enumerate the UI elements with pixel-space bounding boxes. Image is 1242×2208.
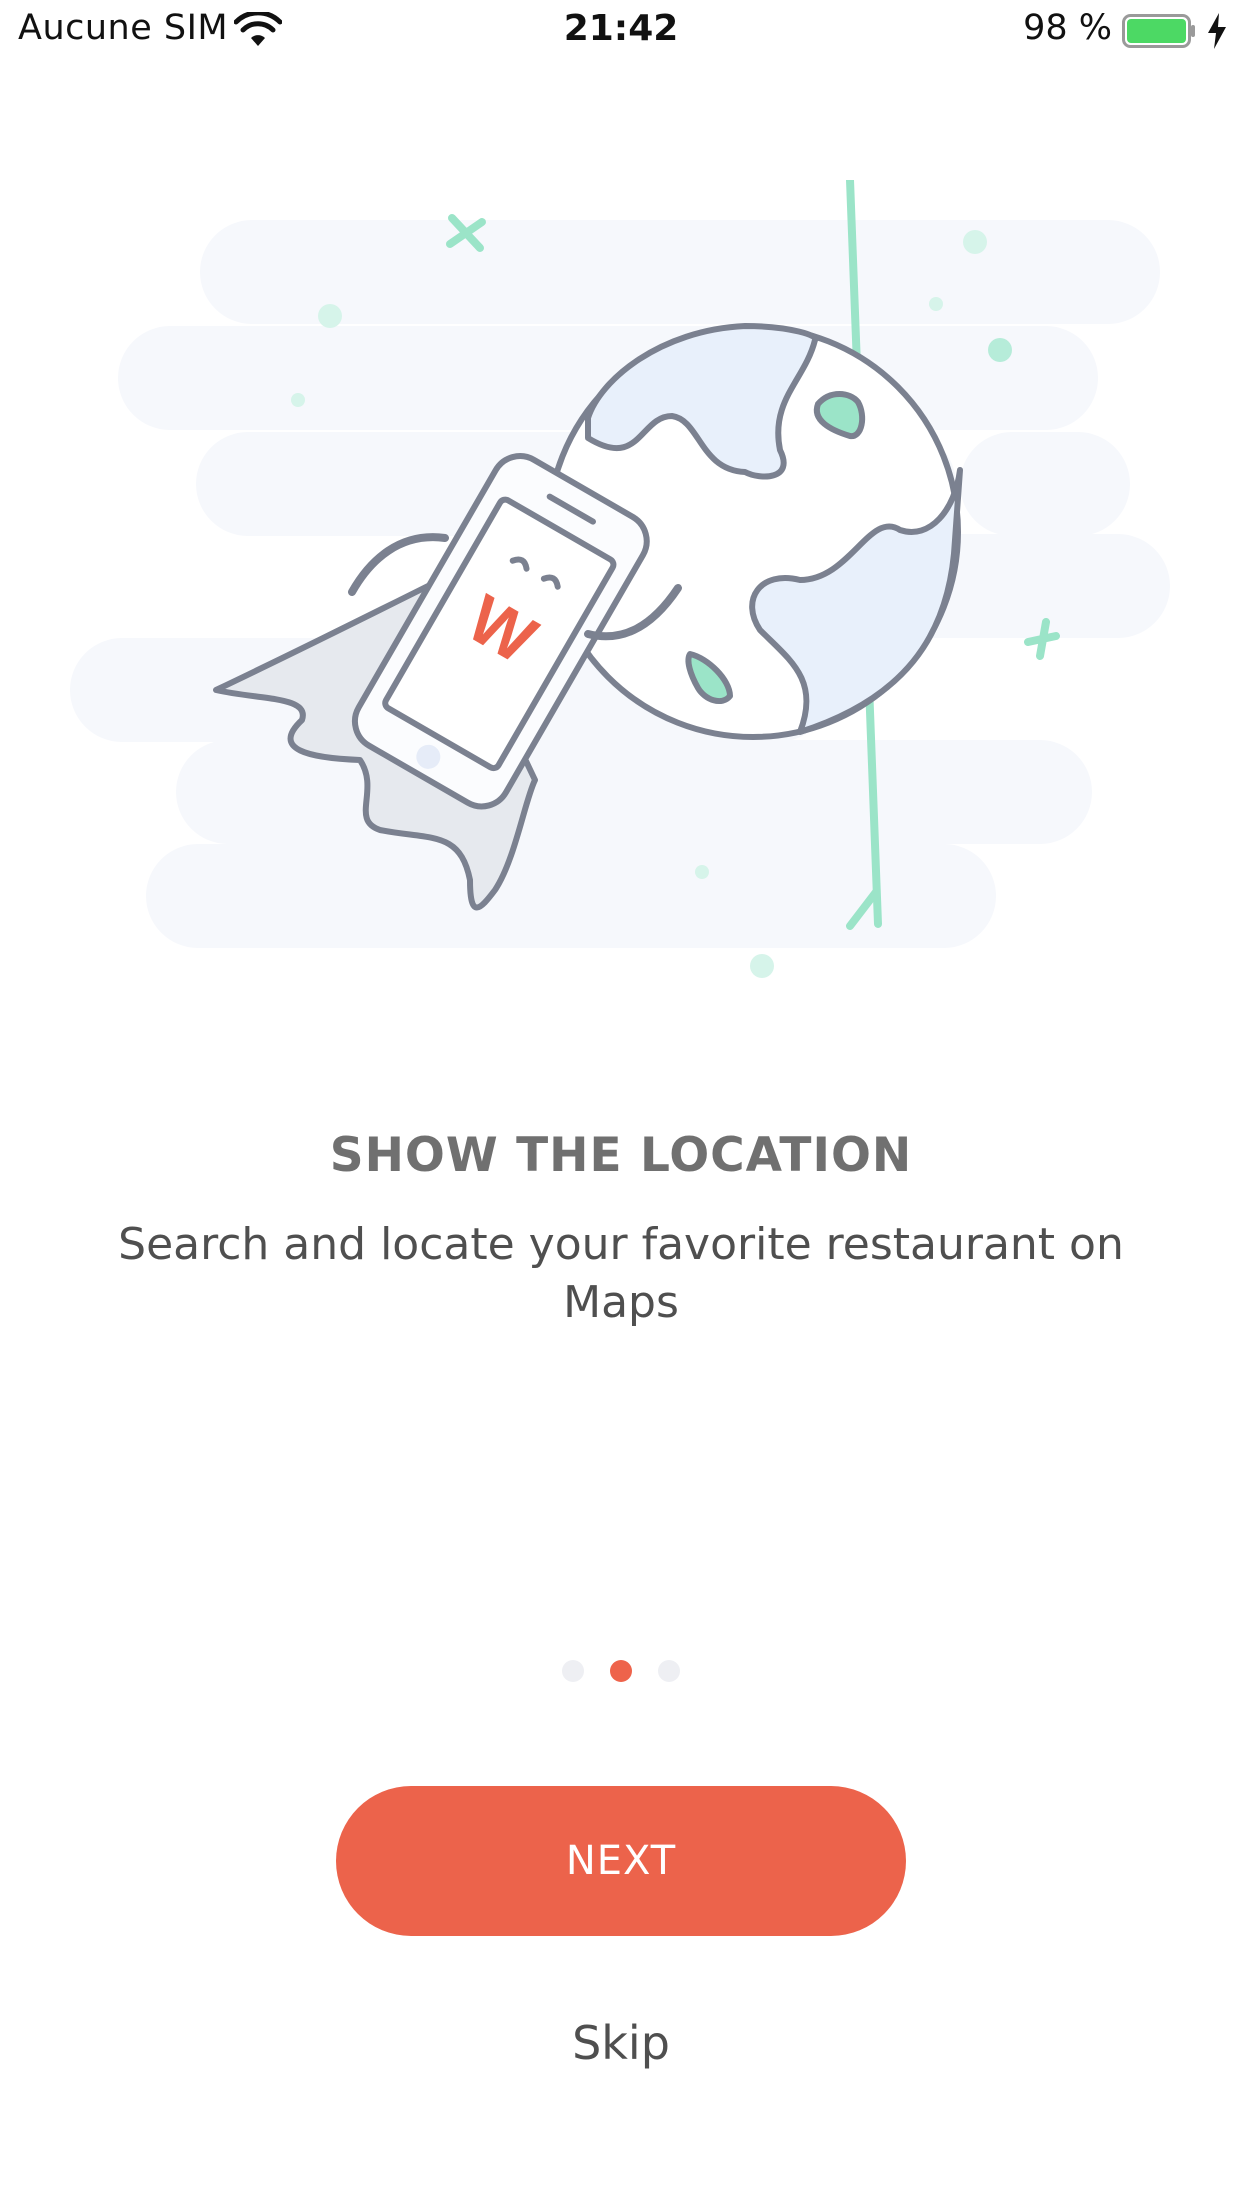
page-dot-1[interactable] (562, 1660, 584, 1682)
onboarding-title: SHOW THE LOCATION (329, 1128, 913, 1183)
status-bar: Aucune SIM 21:42 98 % (0, 0, 1242, 64)
battery-percent: 98 % (1023, 8, 1112, 48)
page-dot-2-active[interactable] (610, 1660, 632, 1682)
skip-link[interactable]: Skip (0, 2016, 1242, 2070)
battery-icon (1122, 14, 1195, 48)
onboarding-illustration: W (70, 180, 1170, 978)
next-button[interactable]: NEXT (336, 1786, 906, 1936)
onboarding-description: Search and locate your favorite restaura… (118, 1219, 1124, 1328)
charging-bolt-icon (1208, 13, 1226, 49)
page-dot-3[interactable] (658, 1660, 680, 1682)
page-indicator (0, 1660, 1242, 1684)
